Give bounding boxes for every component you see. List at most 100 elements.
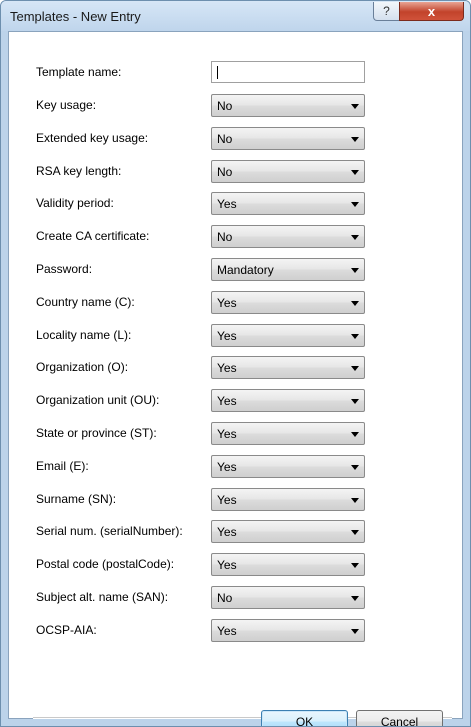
text-caret [217,66,218,79]
form-row: Key usage: No [36,94,366,117]
field-dropdown[interactable]: Mandatory [211,258,365,281]
field-dropdown[interactable]: Yes [211,422,365,445]
field-label: Validity period: [36,196,114,210]
field-label: Subject alt. name (SAN): [36,590,169,604]
dropdown-selected-value: Yes [217,525,237,539]
form-row: OCSP-AIA: Yes [36,619,366,642]
cancel-button-label: Cancel [380,714,419,727]
field-dropdown[interactable]: Yes [211,553,365,576]
dropdown-selected-value: Mandatory [217,263,274,277]
field-dropdown[interactable]: Yes [211,455,365,478]
field-label: Key usage: [36,98,97,112]
field-label: Extended key usage: [36,131,149,145]
form-row: Postal code (postalCode): Yes [36,553,366,576]
field-label: RSA key length: [36,164,122,178]
ok-button[interactable]: OK [261,710,348,727]
chevron-down-icon[interactable] [351,432,359,437]
field-label: Organization (O): [36,360,129,374]
chevron-down-icon[interactable] [351,334,359,339]
field-label: Organization unit (OU): [36,393,160,407]
field-dropdown[interactable]: Yes [211,324,365,347]
field-label: Surname (SN): [36,492,117,506]
dropdown-selected-value: Yes [217,394,237,408]
dropdown-selected-value: Yes [217,361,237,375]
field-label: Locality name (L): [36,328,132,342]
field-dropdown[interactable]: Yes [211,356,365,379]
field-label: Country name (C): [36,295,135,309]
dropdown-selected-value: Yes [217,460,237,474]
form-row: Create CA certificate: No [36,225,366,248]
template-name-row: Template name: [36,61,366,84]
dropdown-selected-value: Yes [217,197,237,211]
field-dropdown[interactable]: No [211,160,365,183]
field-dropdown[interactable]: Yes [211,291,365,314]
form-row: Locality name (L): Yes [36,324,366,347]
dialog-body: Template name: Key usage: No Extended key … [8,31,463,719]
dropdown-selected-value: No [217,165,233,179]
chevron-down-icon[interactable] [351,563,359,568]
field-label: Postal code (postalCode): [36,557,175,571]
form-row: Validity period: Yes [36,192,366,215]
dropdown-selected-value: Yes [217,296,237,310]
form-row: Organization unit (OU): Yes [36,389,366,412]
dropdown-selected-value: No [217,99,233,113]
chevron-down-icon[interactable] [351,366,359,371]
chevron-down-icon[interactable] [351,137,359,142]
field-dropdown[interactable]: Yes [211,619,365,642]
field-dropdown[interactable]: Yes [211,192,365,215]
field-dropdown[interactable]: No [211,94,365,117]
field-label: OCSP-AIA: [36,623,97,637]
help-button[interactable]: ? [373,2,400,21]
field-label: Serial num. (serialNumber): [36,524,183,538]
field-label: Create CA certificate: [36,229,150,243]
close-button[interactable]: x [399,2,464,21]
field-dropdown[interactable]: No [211,127,365,150]
form-row: Extended key usage: No [36,127,366,150]
chevron-down-icon[interactable] [351,202,359,207]
field-dropdown[interactable]: No [211,225,365,248]
form-row: Surname (SN): Yes [36,488,366,511]
field-dropdown[interactable]: Yes [211,520,365,543]
ok-button-label: OK [295,714,314,727]
chevron-down-icon[interactable] [351,629,359,634]
chevron-down-icon[interactable] [351,498,359,503]
field-dropdown[interactable]: Yes [211,488,365,511]
dropdown-selected-value: No [217,591,233,605]
form-row: RSA key length: No [36,160,366,183]
dropdown-selected-value: Yes [217,329,237,343]
template-name-input[interactable] [211,61,365,83]
chevron-down-icon[interactable] [351,530,359,535]
template-name-label: Template name: [36,65,122,79]
field-dropdown[interactable]: Yes [211,389,365,412]
dropdown-selected-value: No [217,230,233,244]
form-row: Serial num. (serialNumber): Yes [36,520,366,543]
chevron-down-icon[interactable] [351,465,359,470]
field-dropdown[interactable]: No [211,586,365,609]
chevron-down-icon[interactable] [351,399,359,404]
dropdown-selected-value: Yes [217,558,237,572]
form-row: Subject alt. name (SAN): No [36,586,366,609]
chevron-down-icon[interactable] [351,104,359,109]
chevron-down-icon[interactable] [351,235,359,240]
field-label: Password: [36,262,93,276]
help-icon: ? [383,4,390,18]
form-row: Email (E): Yes [36,455,366,478]
dropdown-selected-value: Yes [217,624,237,638]
chevron-down-icon[interactable] [351,170,359,175]
form-row: State or province (ST): Yes [36,422,366,445]
dropdown-selected-value: Yes [217,493,237,507]
form-row: Country name (C): Yes [36,291,366,314]
close-icon: x [427,3,436,19]
chevron-down-icon[interactable] [351,268,359,273]
field-label: State or province (ST): [36,426,157,440]
dialog-window: Templates - New Entry ? x Template name:… [0,0,471,727]
window-title: Templates - New Entry [10,9,141,24]
dropdown-selected-value: Yes [217,427,237,441]
form-row: Password: Mandatory [36,258,366,281]
chevron-down-icon[interactable] [351,301,359,306]
field-label: Email (E): [36,459,89,473]
dropdown-selected-value: No [217,132,233,146]
cancel-button[interactable]: Cancel [356,710,443,727]
title-bar[interactable]: Templates - New Entry ? x [1,1,470,31]
chevron-down-icon[interactable] [351,596,359,601]
